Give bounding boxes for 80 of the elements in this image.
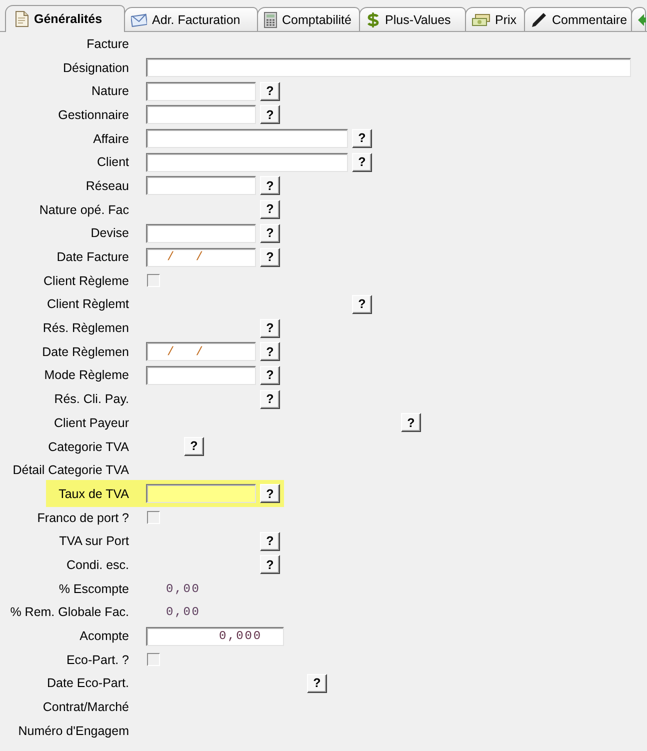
tab[interactable]: Comptabilité [257,7,360,31]
lookup-button[interactable]: ? [352,294,372,314]
lookup-button[interactable]: ? [260,224,280,243]
tab[interactable] [631,7,646,31]
field-label: Date Eco-Part. [46,676,129,690]
field-label: % Escompte [58,582,129,596]
checkbox[interactable] [147,653,160,666]
field-label: Eco-Part. ? [65,652,129,667]
lookup-button[interactable]: ? [184,437,204,456]
field-label: Affaire [92,132,129,146]
checkbox[interactable] [147,511,160,524]
tab[interactable]: Commentaire [524,7,632,31]
field-label: Client Règlemt [46,297,129,312]
document-icon [15,11,29,27]
field-label: Client [96,155,129,170]
lookup-button[interactable]: ? [260,342,280,362]
text-field[interactable] [146,129,348,148]
envelope-icon [131,12,147,26]
tab[interactable]: Plus-Values [359,7,466,31]
lookup-button[interactable]: ? [260,82,280,101]
date-field[interactable]: / / [146,342,256,362]
lookup-button[interactable]: ? [260,105,280,124]
field-label: Réseau [84,178,129,193]
date-field[interactable]: / / [146,248,256,267]
field-label: Franco de port ? [36,510,129,525]
text-field[interactable] [146,82,256,101]
field-label: Désignation [62,60,129,75]
field-label: % Rem. Globale Fac. [9,605,129,620]
field-label: Rés. Cli. Pay. [53,392,129,406]
tab[interactable]: Adr. Facturation [124,7,258,31]
field-label: Gestionnaire [57,108,129,122]
lookup-button[interactable]: ? [307,674,327,693]
amount-field[interactable]: 0,000 [146,626,284,646]
pen-icon [531,12,547,28]
field-label: Mode Règleme [43,368,129,382]
calculator-icon [264,12,277,28]
lookup-button[interactable]: ? [352,129,372,148]
lookup-button[interactable]: ? [260,200,280,220]
field-label: Condi. esc. [65,558,129,572]
field-label: TVA sur Port [58,534,129,548]
field-label: Nature [90,84,129,98]
field-label: Date Facture [56,250,129,264]
field-label: Rés. Règlemen [42,321,129,336]
lookup-button[interactable]: ? [260,484,280,504]
lookup-button[interactable]: ? [352,152,372,172]
text-field[interactable] [146,484,256,504]
field-label: Nature opé. Fac [38,202,129,217]
field-label: Acompte [78,629,129,644]
banknote-icon [472,12,490,26]
dollar-icon [366,12,380,28]
text-field[interactable] [146,152,348,172]
field-label: Facture [86,36,129,51]
arrow-icon [638,12,646,26]
field-label: Categorie TVA [47,440,129,454]
field-label: Devise [90,226,129,240]
checkbox[interactable] [147,274,160,288]
lookup-button[interactable]: ? [260,176,280,196]
field-label: Détail Categorie TVA [12,463,129,478]
text-field[interactable] [146,105,256,124]
field-label: Client Règleme [42,274,129,288]
text-field[interactable] [146,366,256,385]
field-label: Taux de TVA [58,486,129,501]
lookup-button[interactable]: ? [260,532,280,551]
lookup-button[interactable]: ? [260,555,280,574]
value-text: 0,00 [166,605,200,620]
field-label: Date Règlemen [41,344,129,359]
field-label: Contrat/Marché [42,700,129,714]
tab[interactable]: Prix [465,7,525,31]
text-field[interactable] [146,224,256,243]
lookup-button[interactable]: ? [260,318,280,338]
tab[interactable]: Généralités [5,5,125,32]
field-label: Client Payeur [52,416,129,430]
lookup-button[interactable]: ? [401,413,421,432]
text-field[interactable] [146,176,256,196]
lookup-button[interactable]: ? [260,366,280,385]
lookup-button[interactable]: ? [260,248,280,267]
value-text: 0,00 [166,582,200,596]
text-field[interactable] [146,58,631,78]
field-label: Numéro d'Engagem [17,724,129,738]
lookup-button[interactable]: ? [260,390,280,409]
